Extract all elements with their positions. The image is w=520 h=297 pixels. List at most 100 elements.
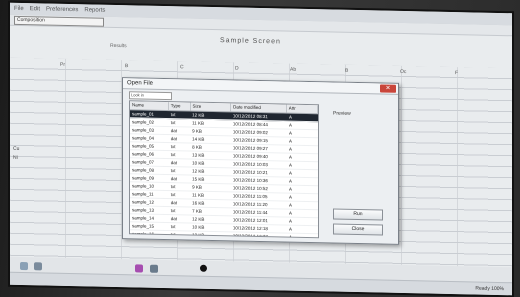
cell-date: 10/12/2012 10:21 <box>232 169 268 176</box>
cell-attr: A <box>288 186 292 192</box>
cell-date: 10/12/2012 09:15 <box>232 137 268 144</box>
cell-type: dat <box>170 176 178 182</box>
cell-size: 11 KB <box>192 120 205 126</box>
header-name[interactable]: Name <box>130 101 169 111</box>
column-header: Pr <box>60 61 65 68</box>
cell-size: 7 KB <box>192 208 202 214</box>
file-table: Name Type Size Date modified Attr sample… <box>129 100 319 239</box>
cell-size: 15 KB <box>192 176 205 182</box>
cell-date: 10/12/2012 09:40 <box>232 153 268 160</box>
cell-size: 9 KB <box>192 128 202 134</box>
app-icon[interactable] <box>20 261 28 271</box>
cell-size: 11 KB <box>192 192 205 198</box>
cell-attr: A <box>288 130 292 136</box>
row-label: Ni <box>13 154 18 161</box>
cell-attr: A <box>288 114 292 120</box>
cell-size: 10 KB <box>192 224 205 230</box>
header-date[interactable]: Date modified <box>231 103 287 113</box>
cell-size: 10 KB <box>192 160 205 166</box>
column-header: Ab <box>290 66 297 73</box>
preview-label: Preview <box>333 110 351 117</box>
tab-results[interactable]: Results <box>110 43 127 49</box>
table-body: sample_01txt 12 KB 10/12/2012 08:31 Asample… <box>130 110 318 239</box>
cell-name: sample_03 <box>132 127 155 133</box>
cell-type: txt <box>170 152 176 158</box>
app-icon[interactable] <box>135 264 143 273</box>
header-attr[interactable]: Attr <box>286 104 318 114</box>
cell-size: 8 KB <box>192 144 202 150</box>
cell-type: dat <box>170 128 178 134</box>
cell-name: sample_05 <box>132 143 155 149</box>
cell-date: 10/12/2012 10:03 <box>232 161 268 168</box>
cell-date: 10/12/2012 10:36 <box>232 177 268 184</box>
cell-name: sample_06 <box>132 151 155 157</box>
cell-type: txt <box>170 192 176 198</box>
cell-date: 10/12/2012 10:52 <box>232 185 268 192</box>
cell-type: dat <box>170 216 178 222</box>
cell-attr: A <box>288 202 292 208</box>
cell-name: sample_07 <box>132 159 155 165</box>
header-size[interactable]: Size <box>190 102 232 112</box>
cell-attr: A <box>288 194 292 200</box>
row-label: Cu <box>13 145 20 152</box>
app-icon[interactable] <box>34 262 42 271</box>
cell-name: sample_08 <box>132 167 155 173</box>
cell-size: 9 KB <box>192 184 202 190</box>
cell-name: sample_14 <box>132 215 155 221</box>
run-button[interactable]: Run <box>333 208 383 221</box>
menu-file[interactable]: File <box>14 6 24 12</box>
cell-attr: A <box>288 234 292 239</box>
column-header: D <box>235 65 239 72</box>
cell-attr: A <box>288 170 292 176</box>
cell-name: sample_16 <box>132 231 155 237</box>
cell-name: sample_01 <box>132 111 155 117</box>
look-in-field[interactable]: Look in <box>129 91 172 101</box>
cell-type: txt <box>170 184 176 190</box>
menu-reports[interactable]: Reports <box>84 7 105 13</box>
page-title: Sample Screen <box>220 37 281 46</box>
cell-attr: A <box>288 210 292 216</box>
cell-attr: A <box>288 178 292 184</box>
column-header: B <box>345 67 349 74</box>
cell-attr: A <box>288 154 292 160</box>
column-header: Oc <box>400 68 407 76</box>
column-header: C <box>180 64 184 71</box>
cell-date: 10/12/2012 08:31 <box>232 113 268 120</box>
column-header: B <box>125 63 129 70</box>
cell-type: dat <box>170 160 178 166</box>
cell-attr: A <box>288 122 292 128</box>
cursor-icon <box>200 264 207 272</box>
cell-date: 10/12/2012 12:18 <box>232 225 268 232</box>
cell-date: 10/12/2012 11:05 <box>232 193 268 200</box>
cell-type: txt <box>170 232 176 238</box>
menu-preferences[interactable]: Preferences <box>46 6 78 13</box>
cell-attr: A <box>288 162 292 168</box>
cell-date: 10/12/2012 08:44 <box>232 121 268 128</box>
monitor-screen: File Edit Preferences Reports Compositio… <box>10 2 512 296</box>
cell-size: 14 KB <box>192 136 205 142</box>
cell-size: 12 KB <box>192 112 205 118</box>
cell-type: txt <box>170 208 176 214</box>
cell-attr: A <box>288 226 292 232</box>
header-type[interactable]: Type <box>168 102 191 111</box>
cell-name: sample_13 <box>132 207 155 213</box>
cell-name: sample_02 <box>132 119 155 125</box>
cell-size: 16 KB <box>192 200 205 206</box>
cell-size: 13 KB <box>192 232 205 238</box>
close-button[interactable]: ✕ <box>380 84 396 93</box>
mode-dropdown[interactable]: Composition <box>14 15 104 27</box>
cell-size: 13 KB <box>192 152 205 158</box>
open-file-dialog: Open File ✕ Look in Preview Name Type Si… <box>122 77 399 245</box>
cell-attr: A <box>288 218 292 224</box>
menu-edit[interactable]: Edit <box>30 6 40 12</box>
cell-type: dat <box>170 136 178 142</box>
cell-date: 10/12/2012 09:02 <box>232 129 268 136</box>
cell-date: 10/12/2012 12:01 <box>232 217 268 224</box>
cell-type: dat <box>170 200 178 206</box>
close-dialog-button[interactable]: Close <box>333 223 383 236</box>
cell-type: txt <box>170 120 176 126</box>
app-icon[interactable] <box>150 264 158 273</box>
cell-date: 10/12/2012 11:44 <box>232 209 268 216</box>
cell-name: sample_10 <box>132 183 155 189</box>
cell-size: 12 KB <box>192 168 205 174</box>
